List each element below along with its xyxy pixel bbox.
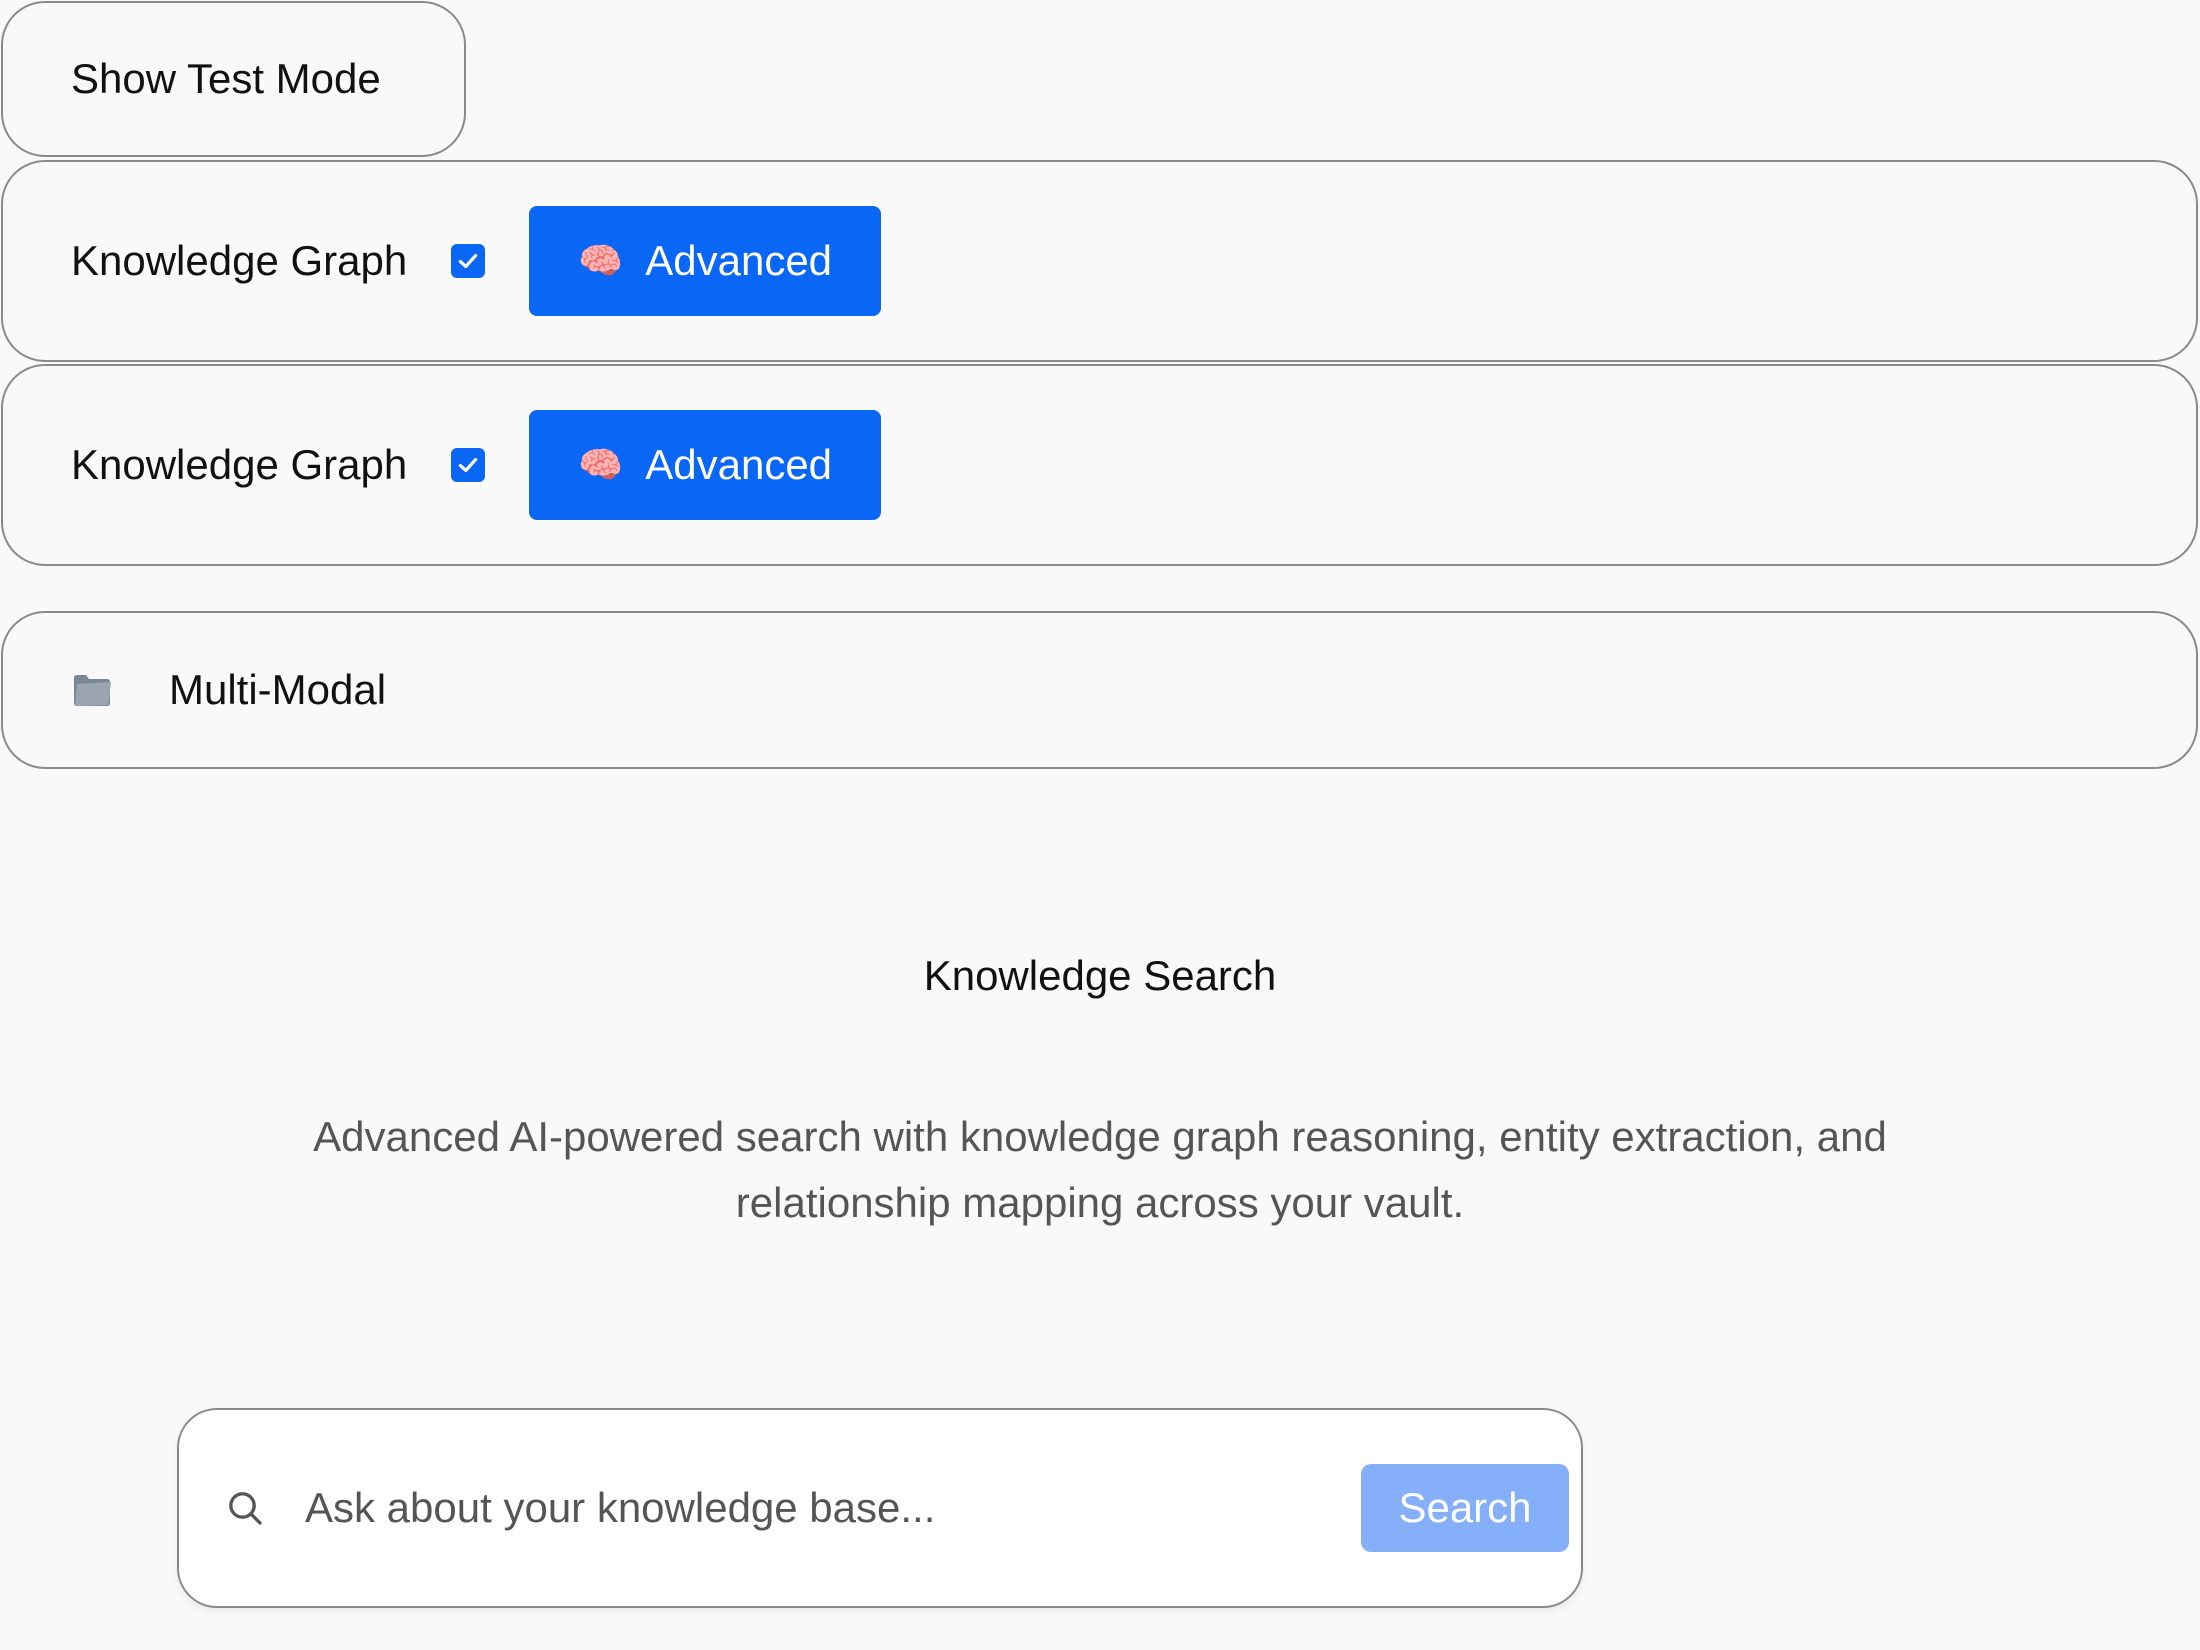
page-title: Knowledge Search: [923, 952, 1277, 999]
knowledge-graph-row: Knowledge Graph 🧠 Advanced: [1, 364, 2198, 566]
knowledge-graph-row: Knowledge Graph 🧠 Advanced: [1, 160, 2198, 362]
brain-icon: 🧠: [578, 444, 624, 485]
show-test-mode-button[interactable]: Show Test Mode: [1, 1, 466, 157]
folder-icon: [74, 675, 111, 706]
multi-modal-label: Multi-Modal: [169, 666, 387, 713]
checkmark-icon: [459, 253, 478, 269]
checkmark-icon: [459, 457, 478, 473]
search-bar: Search: [177, 1408, 1583, 1608]
knowledge-graph-checkbox[interactable]: [451, 448, 486, 482]
search-button[interactable]: Search: [1361, 1464, 1569, 1552]
advanced-button-label: Advanced: [645, 237, 833, 284]
knowledge-graph-label: Knowledge Graph: [71, 441, 408, 488]
advanced-button-label: Advanced: [645, 441, 833, 488]
advanced-button[interactable]: 🧠 Advanced: [529, 206, 882, 316]
knowledge-graph-checkbox[interactable]: [451, 244, 486, 278]
page-description: Advanced AI-powered search with knowledg…: [313, 1113, 1887, 1226]
page: Show Test Mode Knowledge Graph 🧠 Advance…: [0, 0, 2200, 1650]
show-test-mode-label: Show Test Mode: [71, 55, 381, 102]
search-input[interactable]: [305, 1484, 1361, 1532]
advanced-button[interactable]: 🧠 Advanced: [529, 410, 882, 520]
knowledge-graph-label: Knowledge Graph: [71, 237, 408, 284]
search-icon: [229, 1492, 262, 1525]
brain-icon: 🧠: [578, 240, 624, 281]
multi-modal-row[interactable]: Multi-Modal: [1, 611, 2198, 769]
